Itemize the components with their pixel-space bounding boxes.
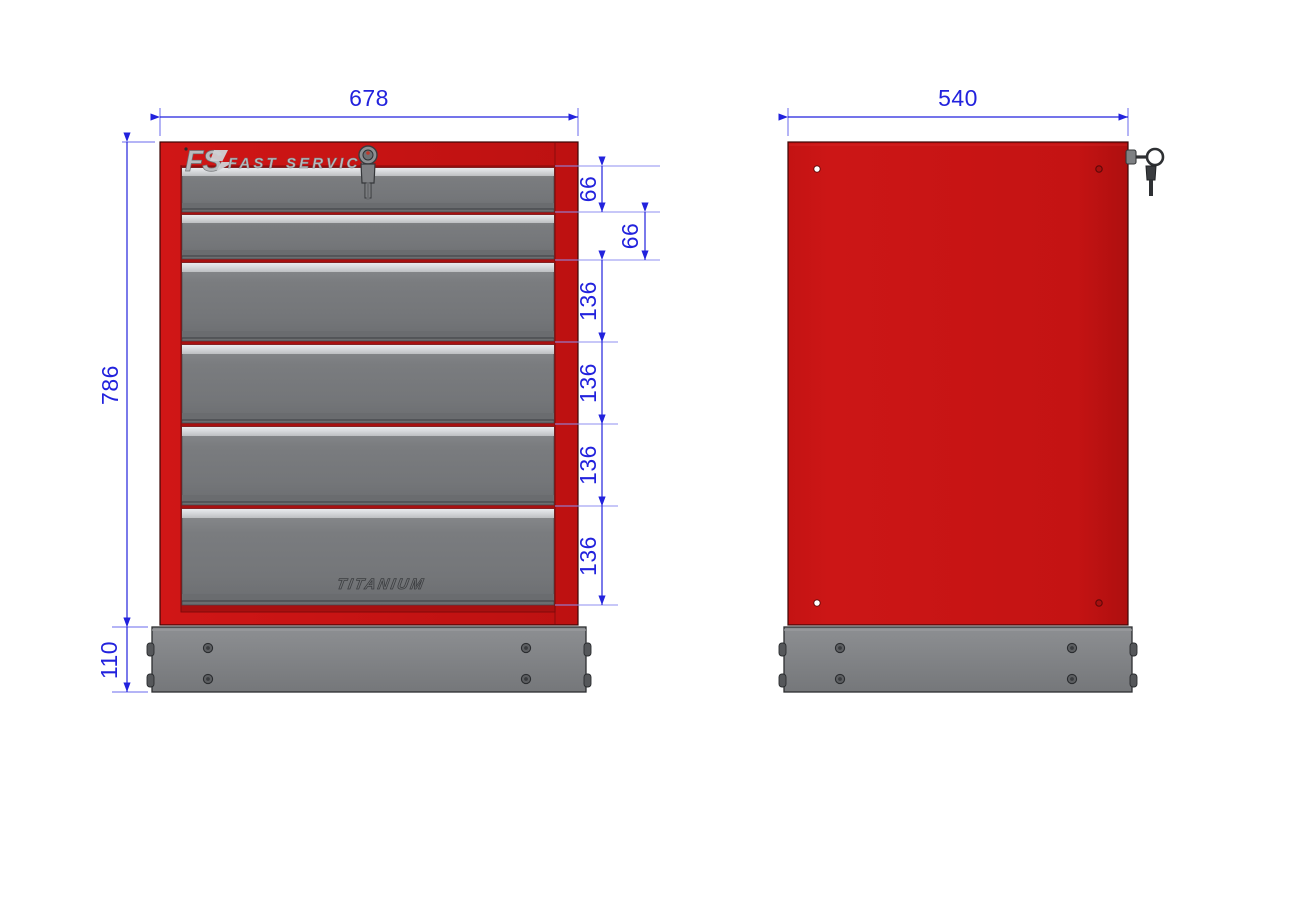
fs-monogram: FS — [185, 145, 222, 178]
side-elevation-group — [778, 141, 1165, 693]
brand-name-text: FAST SERVICE — [228, 155, 374, 172]
drawer-face-2[interactable] — [181, 214, 555, 260]
logo-dot — [184, 147, 188, 151]
titanium-model-text: TITANIUM — [335, 576, 426, 593]
dim-label-d2-66: 66 — [617, 223, 643, 250]
dim-label-d5-136: 136 — [575, 445, 601, 485]
dim-label-height-786: 786 — [97, 365, 123, 405]
side-plinth-base — [778, 626, 1138, 693]
dim-label-d3-136: 136 — [575, 281, 601, 321]
dim-label-depth-540: 540 — [938, 85, 978, 111]
dim-label-d4-136: 136 — [575, 363, 601, 403]
side-key-head — [1145, 165, 1157, 181]
drawer-face-5[interactable] — [181, 426, 555, 506]
front-elevation-group: TITANIUM FS FAST SERVICE — [146, 141, 592, 693]
drawer-face-4[interactable] — [181, 344, 555, 424]
side-key-blade — [1149, 180, 1153, 196]
side-lock-barrel — [1125, 149, 1137, 165]
dim-label-plinth-110: 110 — [96, 641, 122, 679]
dim-label-width-678: 678 — [349, 85, 389, 111]
dim-label-d1-66: 66 — [575, 176, 601, 203]
side-panel-body — [787, 141, 1129, 626]
drawer-face-3[interactable] — [181, 262, 555, 342]
technical-drawing-canvas: TITANIUM FS FAST SERVICE 678 786 110 66 … — [0, 0, 1300, 919]
front-plinth-base — [146, 626, 592, 693]
dim-label-d6-136: 136 — [575, 536, 601, 576]
